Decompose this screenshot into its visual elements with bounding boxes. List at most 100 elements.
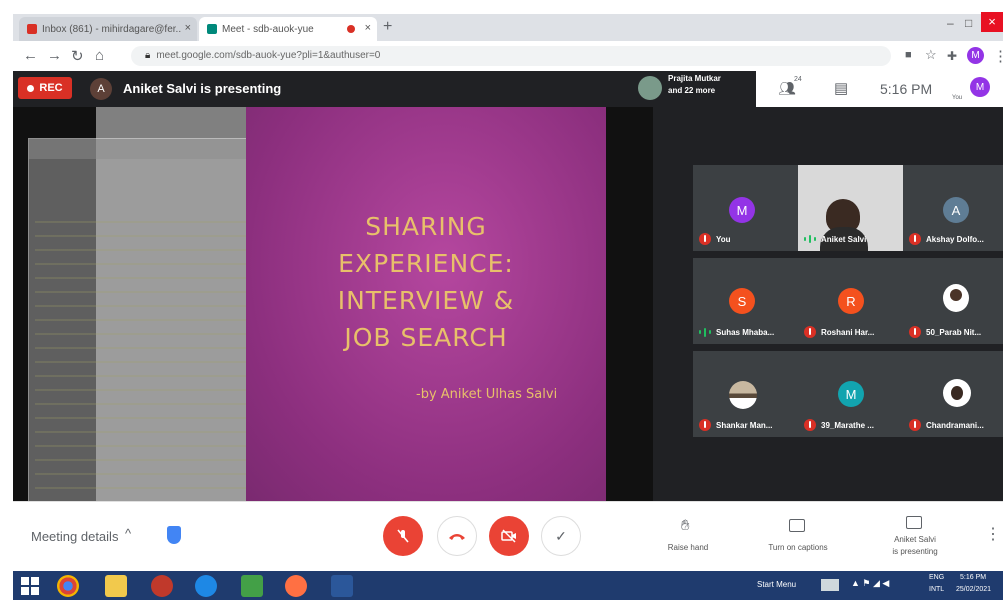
raise-hand-icon[interactable]: ✋︎	[681, 517, 690, 534]
raise-hand-label[interactable]: Raise hand	[653, 542, 723, 553]
back-icon[interactable]: ←	[23, 47, 38, 64]
participant-tile[interactable]: Chandramani...	[903, 351, 1003, 437]
meeting-details-label[interactable]: Meeting details	[31, 529, 118, 544]
participant-tile[interactable]: 50_Parab Nit...	[903, 258, 1003, 344]
participant-tile[interactable]: R Roshani Har...	[798, 258, 903, 344]
participant-tile-video[interactable]: Aniket Salvi	[798, 165, 903, 251]
extensions-icon[interactable]: ✚	[947, 49, 957, 63]
close-icon[interactable]: ×	[185, 22, 191, 34]
bookmark-star-icon[interactable]: ☆	[925, 47, 937, 63]
media-player-icon[interactable]	[151, 575, 173, 597]
chrome-icon[interactable]	[57, 575, 79, 597]
participant-name: You	[716, 234, 731, 244]
close-window-button[interactable]: ×	[981, 12, 1003, 32]
mic-off-icon	[909, 326, 921, 338]
chevron-up-icon[interactable]: ^	[125, 526, 131, 541]
firefox-icon[interactable]	[285, 575, 307, 597]
start-menu-label[interactable]: Start Menu	[757, 580, 796, 589]
camera-toggle-button[interactable]	[489, 516, 529, 556]
taskbar-time[interactable]: 5:16 PM	[960, 574, 986, 581]
keyboard-icon[interactable]	[821, 579, 839, 591]
reload-icon[interactable]: ↻	[71, 47, 84, 65]
maximize-button[interactable]: □	[965, 16, 972, 30]
hang-up-icon	[449, 534, 465, 540]
tab-title: Inbox (861) - mihirdagare@fer...	[42, 23, 182, 35]
tab-meet[interactable]: Meet - sdb-auok-yue ×	[199, 17, 377, 41]
presenting-text: Aniket Salvi is presenting	[123, 81, 282, 96]
tab-title: Meet - sdb-auok-yue	[222, 23, 314, 35]
participant-photo-avatar	[943, 284, 969, 312]
windows-logo-icon	[21, 577, 39, 595]
speaking-icon	[804, 233, 816, 245]
present-screen-icon[interactable]	[906, 516, 922, 529]
shield-icon[interactable]	[167, 526, 181, 544]
captions-label[interactable]: Turn on captions	[751, 542, 845, 553]
participant-avatar: R	[838, 288, 864, 314]
url-bar[interactable]: 🔒︎ meet.google.com/sdb-auok-yue?pli=1&aut…	[131, 46, 891, 66]
gmail-icon	[27, 24, 37, 34]
tab-inbox[interactable]: Inbox (861) - mihirdagare@fer... ×	[19, 17, 197, 41]
more-options-icon[interactable]: ⋮	[985, 524, 1001, 544]
language-line2[interactable]: INTL	[929, 586, 944, 593]
check-icon: ✓	[555, 527, 567, 544]
browser-tab-bar: Inbox (861) - mihirdagare@fer... × Meet …	[13, 12, 1003, 41]
self-label: You	[952, 95, 963, 101]
participant-name: Chandramani...	[926, 420, 984, 430]
record-dot-icon	[27, 84, 35, 92]
meet-clock: 5:16 PM	[880, 81, 933, 97]
new-tab-button[interactable]: +	[383, 18, 392, 36]
camera-indicator-icon[interactable]: ■	[905, 49, 912, 61]
presenting-label-line1[interactable]: Aniket Salvi	[873, 534, 957, 545]
slide-author: -by Aniket Ulhas Salvi	[416, 387, 558, 402]
participant-tile[interactable]: M You	[693, 165, 798, 251]
mic-off-icon	[804, 419, 816, 431]
presenting-label-line2[interactable]: is presenting	[873, 546, 957, 557]
presenter-avatar: A	[90, 78, 112, 100]
windows-start-button[interactable]	[19, 575, 41, 597]
app-icon[interactable]	[241, 575, 263, 597]
word-icon[interactable]	[331, 575, 353, 597]
presentation-slide: SHARING EXPERIENCE: INTERVIEW & JOB SEAR…	[246, 107, 606, 501]
language-line1[interactable]: ENG	[929, 574, 944, 581]
participant-tile[interactable]: M 39_Marathe ...	[798, 351, 903, 437]
tray-icons[interactable]: ▲ ⚑ ◢ ◀	[851, 578, 889, 589]
tick-button[interactable]: ✓	[541, 516, 581, 556]
participant-preview-avatar	[638, 76, 662, 100]
home-icon[interactable]: ⌂	[95, 47, 104, 64]
participant-grid: M You Aniket Salvi A Akshay Dolfo... S S…	[691, 165, 1003, 437]
participant-avatar: M	[729, 197, 755, 223]
person-photo-icon	[951, 386, 963, 400]
menu-icon[interactable]: ⋮	[993, 47, 1003, 65]
taskbar-date[interactable]: 25/02/2021	[956, 586, 991, 593]
meet-icon	[207, 24, 217, 34]
participant-name: Akshay Dolfo...	[926, 234, 984, 244]
forward-icon[interactable]: →	[47, 47, 62, 64]
file-explorer-icon[interactable]	[105, 575, 127, 597]
profile-avatar[interactable]: M	[967, 47, 984, 64]
participant-photo-avatar	[729, 381, 757, 409]
leave-call-button[interactable]	[437, 516, 477, 556]
slide-title-line-3: INTERVIEW &	[337, 286, 515, 315]
participant-name: Roshani Har...	[821, 327, 875, 337]
mic-toggle-button[interactable]	[383, 516, 423, 556]
participant-avatar: M	[838, 381, 864, 407]
participant-tile[interactable]: S Suhas Mhaba...	[693, 258, 798, 344]
browser-toolbar: ← → ↻ ⌂ 🔒︎ meet.google.com/sdb-auok-yue?p…	[13, 41, 1003, 72]
edge-icon[interactable]	[195, 575, 217, 597]
participant-tile[interactable]: Shankar Man...	[693, 351, 798, 437]
participant-name: 39_Marathe ...	[821, 420, 874, 430]
captions-icon[interactable]	[789, 519, 805, 532]
participants-preview-line2: and 22 more	[668, 86, 716, 95]
slide-title-line-1: SHARING	[365, 212, 487, 241]
minimize-button[interactable]: –	[947, 16, 954, 30]
url-text: meet.google.com/sdb-auok-yue?pli=1&authu…	[156, 50, 381, 61]
chat-icon[interactable]: ▤	[834, 79, 848, 97]
recording-badge: REC	[18, 77, 72, 99]
close-icon[interactable]: ×	[365, 22, 371, 34]
speaking-icon	[699, 326, 711, 338]
participant-tile[interactable]: A Akshay Dolfo...	[903, 165, 1003, 251]
participant-avatar: A	[943, 197, 969, 223]
lock-icon: 🔒︎	[145, 50, 151, 61]
mic-off-icon	[397, 529, 409, 543]
self-avatar[interactable]: M	[970, 77, 990, 97]
